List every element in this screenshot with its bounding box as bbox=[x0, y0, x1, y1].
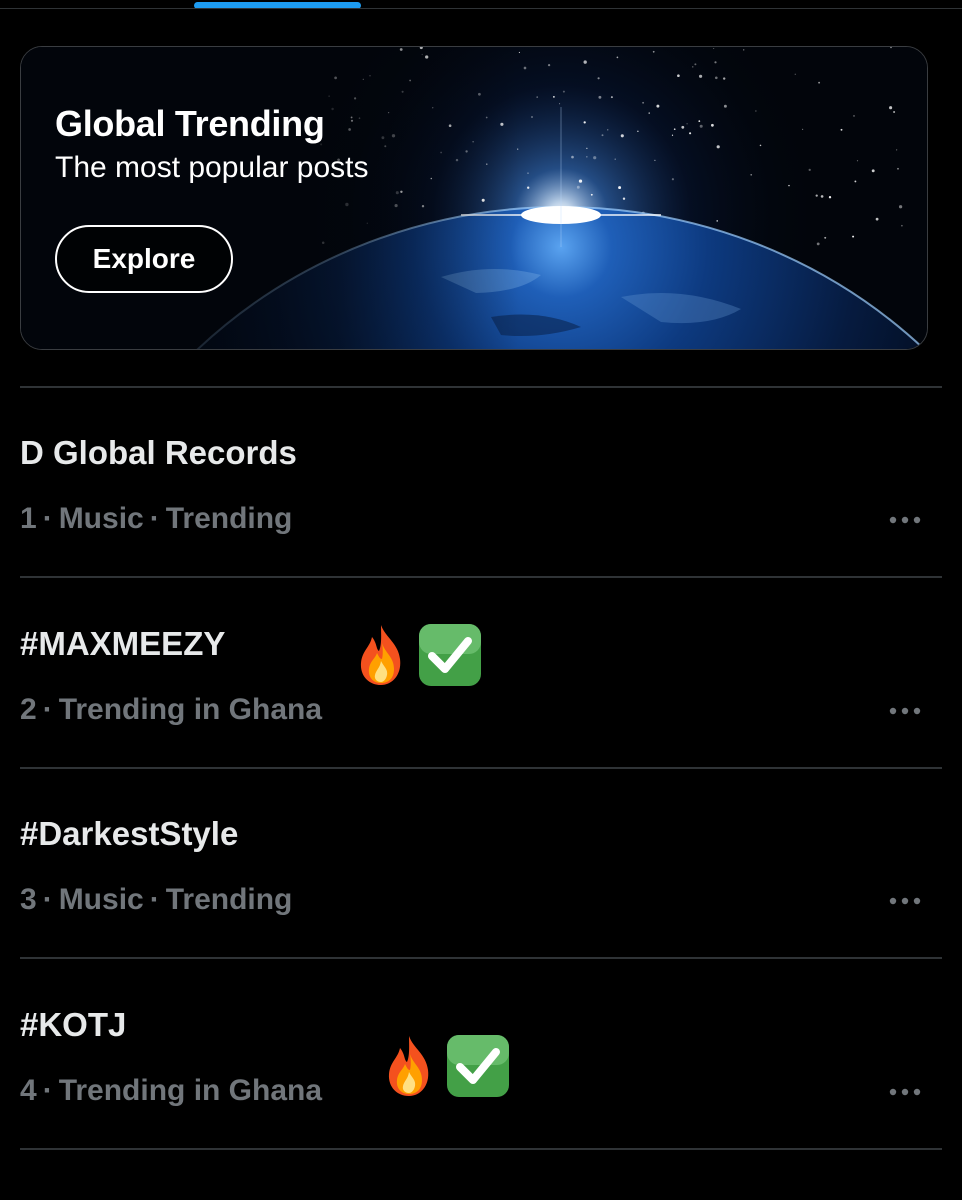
trend-location: Trending in Ghana bbox=[58, 1074, 323, 1107]
more-options-icon[interactable] bbox=[888, 514, 922, 526]
trend-rank: 2 bbox=[20, 693, 37, 726]
emoji-group bbox=[380, 1034, 510, 1098]
check-mark-button-icon bbox=[419, 624, 481, 686]
check-mark-button-icon bbox=[447, 1035, 509, 1097]
earth-space-image bbox=[21, 47, 927, 349]
trend-context: 3 · Music · Trending bbox=[20, 883, 292, 917]
trend-category: Music bbox=[58, 883, 144, 916]
more-options-icon[interactable] bbox=[888, 705, 922, 717]
global-trending-banner[interactable]: Global Trending The most popular posts E… bbox=[20, 46, 928, 350]
tab-bar-border bbox=[0, 8, 962, 9]
separator-dot: · bbox=[42, 883, 53, 916]
fire-icon bbox=[360, 625, 401, 685]
trend-context: 4 · Trending in Ghana bbox=[20, 1074, 322, 1108]
separator-dot: · bbox=[149, 883, 160, 916]
separator-dot: · bbox=[42, 502, 53, 535]
trend-name: #DarkestStyle bbox=[20, 815, 239, 852]
trend-rank: 1 bbox=[20, 502, 37, 535]
trend-category: Music bbox=[58, 502, 144, 535]
separator-dot: · bbox=[42, 1074, 53, 1107]
emoji-group bbox=[352, 623, 482, 687]
separator-dot: · bbox=[42, 693, 53, 726]
trend-name: D Global Records bbox=[20, 434, 297, 471]
trend-item[interactable]: D Global Records 1 · Music · Trending bbox=[0, 386, 962, 576]
separator-dot: · bbox=[149, 502, 160, 535]
trend-rank: 4 bbox=[20, 1074, 37, 1107]
trend-name: #KOTJ bbox=[20, 1006, 127, 1043]
fire-icon bbox=[388, 1036, 429, 1096]
trend-name: #MAXMEEZY bbox=[20, 625, 226, 662]
trend-item[interactable]: #MAXMEEZY 2 · Trending in Ghana bbox=[0, 577, 962, 767]
trend-context: 1 · Music · Trending bbox=[20, 502, 292, 536]
trend-rank: 3 bbox=[20, 883, 37, 916]
more-options-icon[interactable] bbox=[888, 895, 922, 907]
trend-location: Trending in Ghana bbox=[58, 693, 323, 726]
trend-status: Trending bbox=[165, 502, 293, 535]
divider bbox=[20, 1148, 942, 1150]
banner-subtitle: The most popular posts bbox=[55, 151, 369, 184]
trend-context: 2 · Trending in Ghana bbox=[20, 693, 322, 727]
more-options-icon[interactable] bbox=[888, 1086, 922, 1098]
banner-title: Global Trending bbox=[55, 103, 325, 144]
trend-item[interactable]: #DarkestStyle 3 · Music · Trending bbox=[0, 767, 962, 957]
explore-button[interactable]: Explore bbox=[55, 225, 233, 293]
trend-status: Trending bbox=[165, 883, 293, 916]
trend-item[interactable]: #KOTJ 4 · Trending in Ghana bbox=[0, 958, 962, 1148]
